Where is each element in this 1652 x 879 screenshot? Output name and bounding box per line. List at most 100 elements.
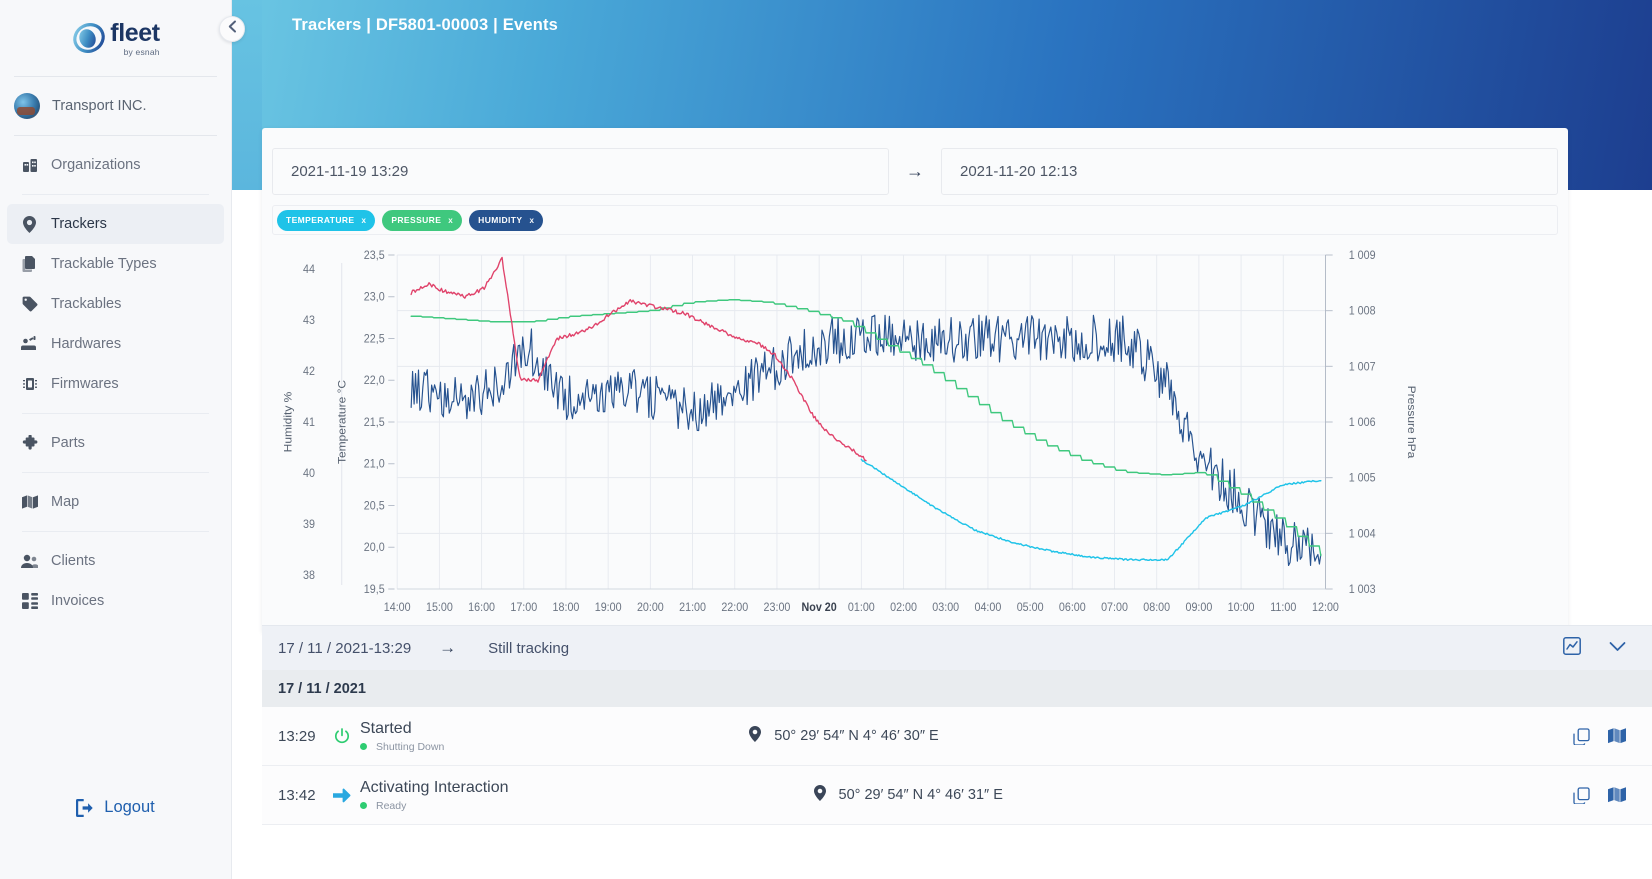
sidebar-item-label: Trackers (51, 216, 107, 232)
tag-icon (21, 296, 38, 313)
svg-text:09:00: 09:00 (1185, 602, 1212, 615)
svg-text:19,5: 19,5 (364, 584, 385, 597)
svg-text:23,0: 23,0 (364, 291, 385, 304)
organization-avatar-icon (14, 93, 40, 119)
svg-text:1 008: 1 008 (1349, 305, 1376, 318)
svg-text:10:00: 10:00 (1228, 602, 1255, 615)
sidebar-item-firmwares[interactable]: Firmwares (7, 364, 224, 404)
status-badge (360, 802, 367, 809)
map-icon[interactable] (1608, 787, 1626, 803)
date-range-row: 2021-11-19 13:29 → 2021-11-20 12:13 (272, 148, 1558, 205)
chip-remove-icon[interactable]: x (448, 216, 453, 225)
sidebar-item-label: Parts (51, 435, 85, 451)
sidebar-item-label: Firmwares (51, 376, 119, 392)
svg-text:44: 44 (303, 264, 315, 277)
brand-name: fleet (110, 18, 160, 47)
event-title: Started (360, 719, 412, 737)
users-icon (21, 553, 38, 570)
copy-icon[interactable] (1573, 727, 1590, 745)
organization-switcher[interactable]: Transport INC. (0, 77, 231, 135)
svg-text:15:00: 15:00 (426, 602, 453, 615)
sidebar-item-invoices[interactable]: Invoices (7, 581, 224, 621)
sidebar-item-map[interactable]: Map (7, 482, 224, 522)
chip-temperature[interactable]: TEMPERATURE x (277, 209, 376, 231)
chevron-left-icon (228, 20, 237, 38)
sidebar-item-trackables[interactable]: Trackables (7, 284, 224, 324)
chip-humidity[interactable]: HUMIDITY x (469, 209, 544, 231)
sidebar-item-trackers[interactable]: Trackers (7, 204, 224, 244)
metric-chips-bar[interactable]: TEMPERATURE x PRESSURE x HUMIDITY x (272, 205, 1558, 235)
svg-text:16:00: 16:00 (468, 602, 495, 615)
chart-canvas: 14:00 15:00 16:00 17:00 18:00 19:00 20:00 21:00… (283, 250, 1416, 615)
sidebar-item-trackable-types[interactable]: Trackable Types (7, 244, 224, 284)
logout-button[interactable]: Logout (0, 798, 231, 879)
arrow-right-icon: → (439, 638, 457, 657)
end-date-input[interactable]: 2021-11-20 12:13 (941, 148, 1558, 195)
chevron-down-icon[interactable] (1609, 639, 1626, 657)
sidebar-item-label: Invoices (51, 593, 105, 609)
table-row[interactable]: 13:29 Started Shutting Down 50° 29′ 54″ … (262, 707, 1652, 766)
svg-text:08:00: 08:00 (1143, 602, 1170, 615)
chip-remove-icon[interactable]: x (361, 216, 366, 225)
svg-text:21,0: 21,0 (364, 458, 385, 471)
svg-text:38: 38 (303, 570, 315, 583)
chip-pressure[interactable]: PRESSURE x (382, 209, 463, 231)
copy-icon[interactable] (1573, 786, 1590, 804)
nav-group-map: Map (0, 473, 231, 531)
svg-text:Pressure hPa: Pressure hPa (1405, 386, 1416, 459)
svg-text:22:00: 22:00 (721, 602, 748, 615)
map-icon[interactable] (1608, 728, 1626, 744)
svg-text:06:00: 06:00 (1059, 602, 1086, 615)
sensor-chart[interactable]: 14:00 15:00 16:00 17:00 18:00 19:00 20:00 21:00… (272, 241, 1558, 633)
chip-remove-icon[interactable]: x (529, 216, 534, 225)
svg-text:05:00: 05:00 (1017, 602, 1044, 615)
sidebar-item-parts[interactable]: Parts (7, 423, 224, 463)
svg-text:22,0: 22,0 (364, 375, 385, 388)
svg-text:18:00: 18:00 (553, 602, 580, 615)
sidebar-item-label: Hardwares (51, 336, 122, 352)
event-title: Activating Interaction (360, 778, 509, 796)
svg-text:1 009: 1 009 (1349, 250, 1376, 263)
logout-label: Logout (104, 798, 155, 816)
svg-text:Humidity %: Humidity % (283, 392, 294, 453)
sidebar-item-hardwares[interactable]: Hardwares (7, 324, 224, 364)
hardware-icon (21, 336, 38, 353)
summary-date: 17 / 11 / 2021-13:29 (278, 639, 412, 657)
map-pin-icon (21, 215, 38, 233)
brand-logo[interactable]: fleet by esnah (0, 0, 231, 76)
event-time: 13:42 (278, 786, 316, 804)
start-date-value: 2021-11-19 13:29 (291, 163, 409, 180)
start-date-input[interactable]: 2021-11-19 13:29 (272, 148, 889, 195)
status-badge (360, 743, 367, 750)
events-card: 2021-11-19 13:29 → 2021-11-20 12:13 TEMP… (262, 128, 1568, 633)
svg-text:02:00: 02:00 (890, 602, 917, 615)
svg-text:17:00: 17:00 (510, 602, 537, 615)
table-row[interactable]: 13:42 Activating Interaction Ready 50° 2… (262, 766, 1652, 825)
fleet-droplet-logo-icon (71, 20, 107, 56)
sidebar-item-organizations[interactable]: Organizations (7, 145, 224, 185)
svg-text:1 003: 1 003 (1349, 584, 1376, 597)
organization-name: Transport INC. (52, 98, 147, 114)
chip-label: TEMPERATURE (286, 215, 355, 225)
event-day-header: 17 / 11 / 2021 (262, 670, 1652, 707)
summary-status: Still tracking (488, 639, 570, 657)
nav-group-organizations: Organizations (0, 136, 231, 194)
svg-text:39: 39 (303, 519, 315, 532)
sidebar-item-clients[interactable]: Clients (7, 541, 224, 581)
nav-group-parts: Parts (0, 414, 231, 472)
svg-text:Temperature °C: Temperature °C (337, 380, 348, 464)
sidebar-item-label: Clients (51, 553, 96, 569)
svg-text:01:00: 01:00 (848, 602, 875, 615)
svg-text:20,5: 20,5 (364, 500, 385, 513)
map-pin-icon (813, 784, 826, 806)
svg-text:42: 42 (303, 366, 315, 379)
sidebar: fleet by esnah Transport INC. Organizati… (0, 0, 232, 879)
sidebar-collapse-toggle[interactable] (219, 16, 245, 42)
svg-text:12:00: 12:00 (1312, 602, 1339, 615)
invoice-icon (21, 593, 38, 610)
power-icon (324, 727, 360, 745)
svg-text:14:00: 14:00 (384, 602, 411, 615)
analytics-icon[interactable] (1563, 636, 1581, 660)
event-list: 13:29 Started Shutting Down 50° 29′ 54″ … (262, 707, 1652, 879)
svg-text:23,5: 23,5 (364, 250, 385, 263)
